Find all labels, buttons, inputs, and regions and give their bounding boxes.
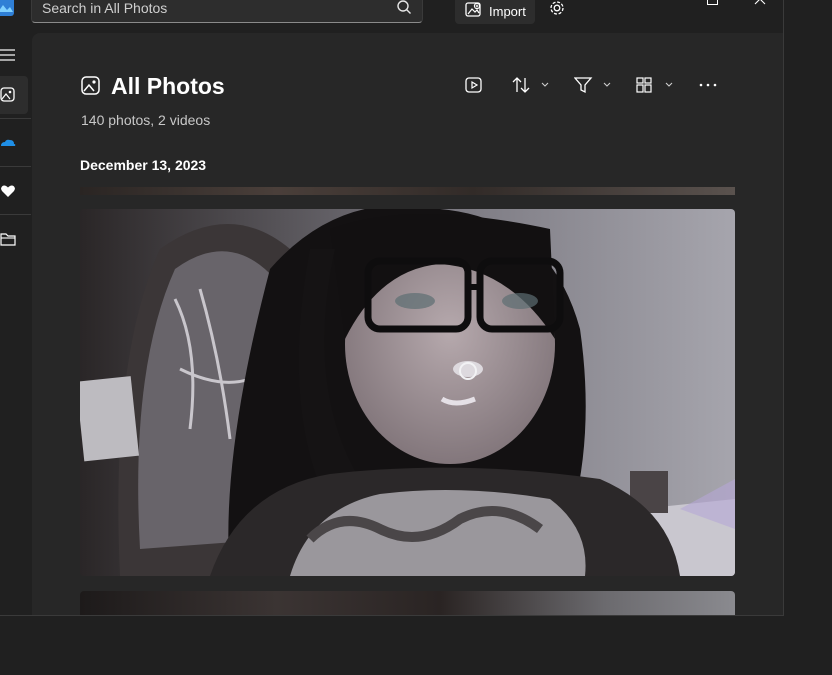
nav-item-onedrive[interactable]: [0, 124, 30, 162]
nav-menu-button[interactable]: [0, 36, 30, 74]
photo-thumbnail[interactable]: [80, 591, 735, 615]
nav-divider: [0, 214, 31, 215]
folders-icon: [0, 233, 16, 246]
photos-app-window: Search in All Photos Import All Photos 1…: [0, 0, 784, 616]
hamburger-menu-icon: [0, 49, 15, 61]
all-photos-icon: [0, 87, 15, 102]
favorites-heart-icon: [1, 185, 15, 197]
gallery-content-pane: All Photos 140 photos, 2 videos December…: [32, 33, 783, 615]
view-layout-icon: [636, 77, 673, 93]
import-icon: [465, 2, 481, 17]
page-title: All Photos: [111, 73, 225, 99]
maximize-icon[interactable]: [707, 0, 718, 5]
import-label: Import: [489, 4, 526, 19]
nav-item-folders[interactable]: [0, 220, 30, 258]
more-options-button[interactable]: [698, 73, 718, 97]
nav-divider: [0, 166, 31, 167]
photo-image: [80, 209, 735, 576]
date-group-header: December 13, 2023: [80, 157, 207, 173]
filter-button[interactable]: [574, 73, 614, 97]
photo-thumbnail[interactable]: [80, 187, 735, 195]
search-placeholder: Search in All Photos: [42, 0, 168, 16]
search-icon[interactable]: [396, 0, 412, 15]
nav-item-favorites[interactable]: [0, 172, 30, 210]
navigation-rail: [0, 0, 32, 615]
search-box[interactable]: Search in All Photos: [31, 0, 423, 23]
slideshow-button[interactable]: [465, 73, 483, 97]
filter-icon: [574, 77, 611, 94]
nav-divider: [0, 118, 31, 119]
gear-icon[interactable]: [548, 0, 566, 17]
sort-icon: [512, 77, 549, 93]
photo-thumbnail[interactable]: [80, 209, 735, 576]
media-count: 140 photos, 2 videos: [81, 112, 211, 128]
all-photos-title-icon: [81, 76, 100, 95]
view-layout-button[interactable]: [636, 73, 676, 97]
sort-button[interactable]: [512, 73, 552, 97]
import-button[interactable]: Import: [455, 0, 535, 24]
onedrive-icon: [1, 139, 16, 146]
nav-item-all-photos[interactable]: [0, 76, 28, 114]
slideshow-icon: [465, 77, 482, 93]
more-options-icon: [699, 83, 717, 87]
close-icon[interactable]: [754, 0, 766, 5]
